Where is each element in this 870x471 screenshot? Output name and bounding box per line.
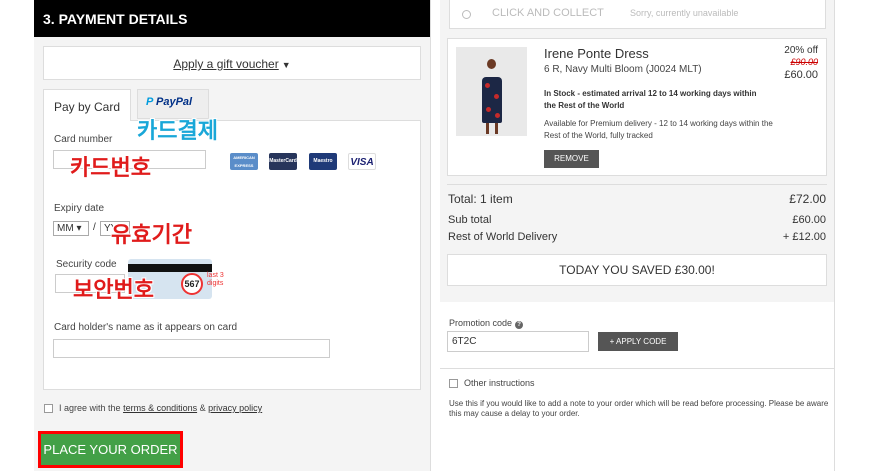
bloom-dot: [495, 113, 500, 118]
terms-checkbox[interactable]: [44, 404, 53, 414]
maestro-icon: Maestro: [309, 153, 337, 170]
cardholder-input[interactable]: [53, 339, 330, 358]
right-divider: [440, 368, 834, 369]
click-collect-option: CLICK AND COLLECT Sorry, currently unava…: [449, 0, 826, 29]
help-icon[interactable]: ?: [515, 321, 524, 329]
subtotal-label: Sub total: [448, 214, 492, 226]
bloom-dot: [485, 83, 490, 88]
delivery-label: Rest of World Delivery: [448, 231, 558, 243]
caret-down-icon: ▼: [281, 60, 291, 70]
cvv-hint: last 3 digits: [207, 272, 224, 287]
total-row: Total: 1 item £72.00: [448, 192, 826, 206]
annotation-card-payment: 카드결제: [137, 118, 218, 143]
bloom-dot: [494, 94, 499, 99]
product-price: £60.00: [784, 69, 818, 81]
annotation-security: 보안번호: [73, 277, 154, 302]
product-sku: 6 R, Navy Multi Bloom (J0024 MLT): [544, 64, 702, 75]
annotation-card-number: 카드번호: [70, 155, 151, 180]
terms-link[interactable]: terms & conditions: [123, 403, 197, 413]
place-order-button[interactable]: PLACE YOUR ORDER: [41, 434, 180, 465]
product-was-price: £90.00: [790, 57, 818, 67]
subtotal-row: Sub total £60.00: [448, 214, 826, 226]
checkout-page: 3. PAYMENT DETAILS Apply a gift voucher ▼…: [0, 0, 870, 471]
expiry-month-select[interactable]: MM ▾: [53, 221, 89, 236]
promo-code-input[interactable]: 6T2C: [447, 331, 589, 352]
expiry-separator: /: [93, 222, 96, 233]
apply-code-button[interactable]: + APPLY CODE: [598, 332, 678, 351]
visa-icon: VISA: [348, 153, 376, 170]
card-number-label: Card number: [54, 134, 113, 145]
cvv-example-badge: 567: [181, 273, 203, 295]
model-head: [487, 59, 496, 69]
expiry-label: Expiry date: [54, 203, 105, 214]
product-premium-delivery: Available for Premium delivery - 12 to 1…: [544, 119, 773, 140]
product-discount: 20% off: [784, 45, 818, 56]
security-code-label: Security code: [56, 259, 117, 270]
other-instructions-row: Other instructions: [449, 378, 535, 389]
card-stripe: [128, 264, 212, 272]
terms-row: I agree with the terms & conditions & pr…: [44, 403, 262, 414]
paypal-wordmark: PayPal: [156, 96, 193, 108]
mastercard-icon: MasterCard: [269, 153, 297, 170]
annotation-expiry: 유효기간: [111, 222, 192, 247]
other-instructions-label: Other instructions: [464, 378, 535, 388]
click-collect-label: CLICK AND COLLECT: [492, 7, 604, 19]
payment-panel: 3. PAYMENT DETAILS Apply a gift voucher ▼…: [34, 0, 430, 471]
gift-voucher-link[interactable]: Apply a gift voucher: [173, 57, 278, 71]
totals-divider: [447, 184, 827, 185]
right-border: [834, 0, 835, 471]
tab-pay-by-card[interactable]: Pay by Card: [43, 89, 131, 121]
product-stock: In Stock - estimated arrival 12 to 14 wo…: [544, 89, 757, 110]
order-summary: CLICK AND COLLECT Sorry, currently unava…: [440, 0, 834, 471]
cardholder-label: Card holder's name as it appears on card: [54, 322, 238, 333]
promo-code-label-text: Promotion code: [449, 318, 513, 328]
paypal-logo-icon: P PayPal: [146, 96, 192, 108]
paypal-p-letter: P: [146, 96, 153, 108]
savings-banner: TODAY YOU SAVED £30.00!: [447, 254, 827, 286]
privacy-link[interactable]: privacy policy: [208, 403, 262, 413]
delivery-row: Rest of World Delivery + £12.00: [448, 231, 826, 243]
other-instructions-checkbox[interactable]: [449, 379, 458, 389]
subtotal-value: £60.00: [792, 214, 826, 226]
other-instructions-note: Use this if you would like to add a note…: [449, 399, 829, 418]
amex-icon: AMERICAN EXPRESS: [230, 153, 258, 170]
tab-pay-by-card-label: Pay by Card: [54, 100, 121, 114]
gift-voucher-box: Apply a gift voucher ▼: [43, 46, 421, 80]
product-image: [456, 47, 527, 136]
model-legs: [486, 123, 498, 134]
total-label: Total: 1 item: [448, 192, 513, 206]
bloom-dot: [486, 107, 491, 112]
place-order-highlight: PLACE YOUR ORDER: [38, 431, 183, 468]
delivery-value: + £12.00: [782, 231, 826, 243]
product-name: Irene Ponte Dress: [544, 46, 649, 61]
section-title: 3. PAYMENT DETAILS: [34, 0, 430, 37]
remove-button[interactable]: REMOVE: [544, 150, 599, 168]
total-value: £72.00: [789, 192, 826, 206]
click-collect-radio: [462, 10, 471, 19]
agree-amp: &: [199, 403, 206, 413]
column-divider: [430, 0, 431, 471]
promo-code-label: Promotion code?: [449, 318, 524, 329]
product-item: Irene Ponte Dress 6 R, Navy Multi Bloom …: [447, 38, 827, 176]
click-collect-note: Sorry, currently unavailable: [630, 8, 739, 18]
agree-text: I agree with the: [59, 403, 121, 413]
